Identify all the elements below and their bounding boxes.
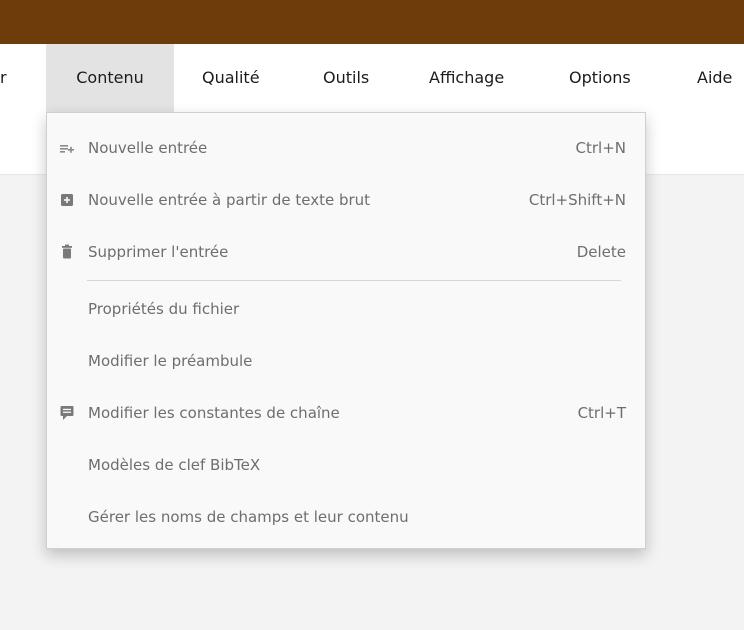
- menu-item-new-entry[interactable]: Nouvelle entrée Ctrl+N: [47, 122, 645, 174]
- menu-item-label: Modèles de clef BibTeX: [88, 456, 261, 474]
- menu-item-delete-entry[interactable]: Supprimer l'entrée Delete: [47, 226, 645, 278]
- menu-options[interactable]: Options: [569, 44, 631, 112]
- menu-item-edit-preamble[interactable]: Modifier le préambule: [47, 335, 645, 387]
- menu-item-label: Modifier les constantes de chaîne: [88, 404, 340, 422]
- new-entry-icon: [60, 138, 74, 158]
- menu-qualite[interactable]: Qualité: [202, 44, 260, 112]
- menu-item-file-properties[interactable]: Propriétés du fichier: [47, 283, 645, 335]
- menu-affichage[interactable]: Affichage: [429, 44, 504, 112]
- add-box-icon: [60, 190, 74, 210]
- menu-item-label: Gérer les noms de champs et leur contenu: [88, 508, 409, 526]
- menu-contenu[interactable]: Contenu: [46, 44, 174, 112]
- menu-item-label: Modifier le préambule: [88, 352, 253, 370]
- title-bar: [0, 0, 744, 44]
- menu-item-label: Nouvelle entrée à partir de texte brut: [88, 191, 371, 209]
- menu-item-shortcut: Ctrl+Shift+N: [528, 191, 626, 209]
- menu-item-shortcut: Delete: [576, 243, 626, 261]
- menu-item-label: Supprimer l'entrée: [88, 243, 229, 261]
- menu-outils[interactable]: Outils: [323, 44, 369, 112]
- menu-separator: [87, 280, 621, 281]
- menu-item-truncated[interactable]: r: [0, 44, 7, 112]
- contenu-dropdown-menu: Nouvelle entrée Ctrl+N Nouvelle entrée à…: [46, 112, 646, 549]
- menu-bar: r Contenu Qualité Outils Affichage Optio…: [0, 44, 744, 112]
- menu-item-label: Propriétés du fichier: [88, 300, 240, 318]
- menu-item-manage-field-names[interactable]: Gérer les noms de champs et leur contenu: [47, 491, 645, 543]
- menu-item-bibtex-key-templates[interactable]: Modèles de clef BibTeX: [47, 439, 645, 491]
- menu-item-string-constants[interactable]: Modifier les constantes de chaîne Ctrl+T: [47, 387, 645, 439]
- menu-item-shortcut: Ctrl+N: [575, 139, 626, 157]
- menu-aide[interactable]: Aide: [697, 44, 732, 112]
- menu-item-shortcut: Ctrl+T: [577, 404, 626, 422]
- trash-icon: [60, 242, 74, 262]
- menu-item-new-entry-from-text[interactable]: Nouvelle entrée à partir de texte brut C…: [47, 174, 645, 226]
- menu-item-label: Nouvelle entrée: [88, 139, 208, 157]
- message-icon: [60, 403, 74, 423]
